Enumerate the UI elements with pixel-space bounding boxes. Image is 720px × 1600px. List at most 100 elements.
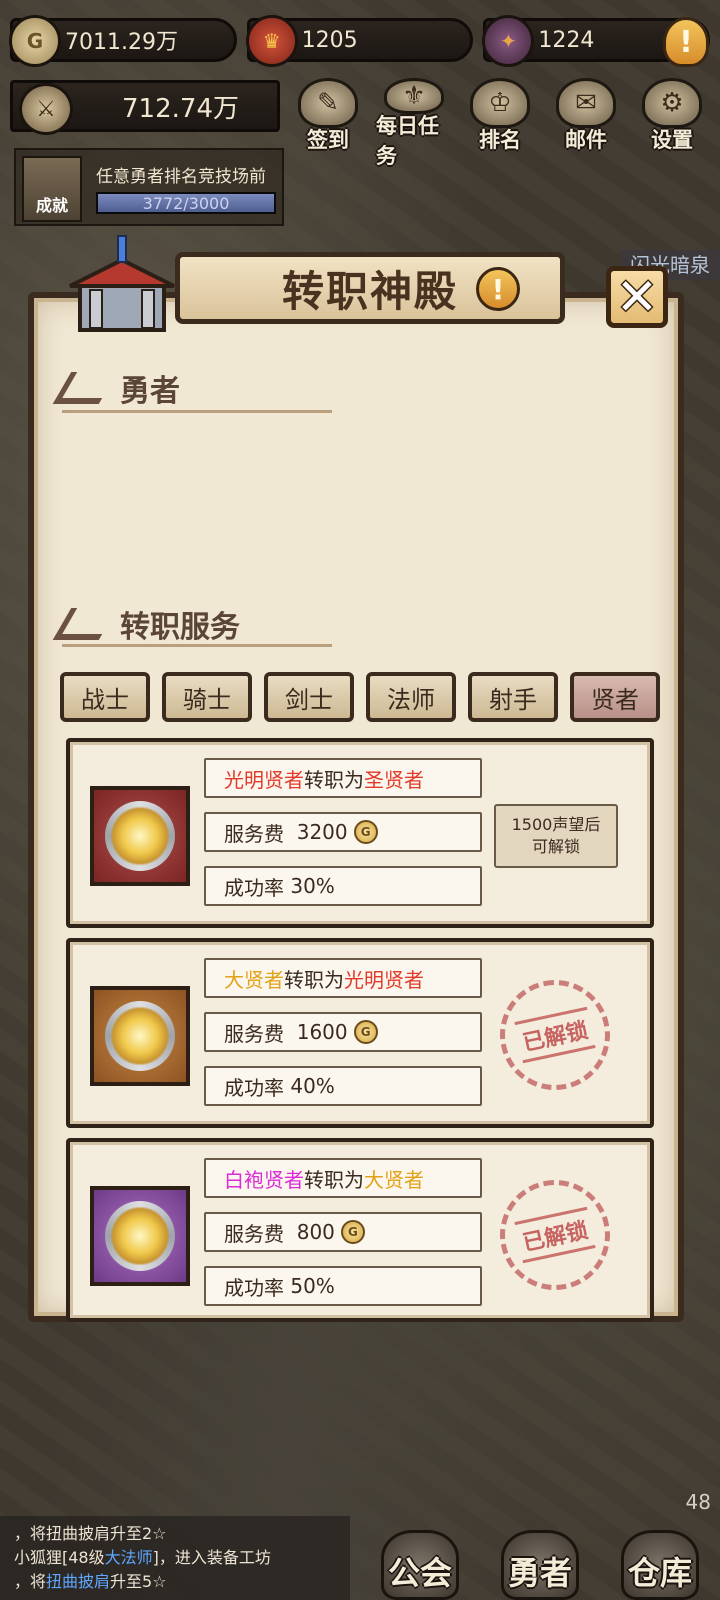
nav-guild[interactable]: 公会 <box>365 1490 475 1600</box>
gem-counter[interactable]: ✦ 1224 ! <box>482 15 711 67</box>
success-rate: 成功率 30% <box>204 866 482 906</box>
fee-label: 服务费 <box>224 1221 284 1246</box>
path-connector: 转职为 <box>304 1167 364 1192</box>
quick-menu-ranking[interactable]: ♔ 排名 <box>462 78 538 154</box>
path-connector: 转职为 <box>304 767 364 792</box>
locked-button[interactable]: 1500声望后 可解锁 <box>494 804 618 868</box>
unlocked-stamp: 已解锁 <box>489 969 621 1101</box>
gem-stone-icon: ✦ <box>482 15 535 67</box>
gold-coin-icon: G <box>340 1220 365 1244</box>
nav-label: 仓库 <box>627 1554 692 1592</box>
lock-requirement: 1500声望后 <box>511 815 601 834</box>
to-class: 大贤者 <box>364 1167 424 1192</box>
quick-menu-label: 签到 <box>307 128 349 152</box>
rate-label: 成功率 <box>224 1275 284 1300</box>
power-emblem-icon: ⚔ <box>19 83 73 135</box>
quick-menu-daily-tasks[interactable]: ⚜ 每日任务 <box>376 78 452 168</box>
crown-helmet-icon: ♔ <box>470 78 530 128</box>
tab-warrior[interactable]: 战士 <box>60 672 150 722</box>
tab-sage[interactable]: 贤者 <box>570 672 660 722</box>
chat-text: ]，进入装备工坊 <box>152 1548 271 1567</box>
chat-item-highlight: 扭曲披肩 <box>46 1572 111 1591</box>
nav-heroes[interactable]: 勇者 <box>485 1490 595 1600</box>
job-change-card: 白袍贤者 转职为 大贤者 服务费 800 G 成功率 50% 已解锁 <box>66 1138 654 1322</box>
power-display[interactable]: ⚔ 712.74万 <box>10 80 280 135</box>
achievement-tracker[interactable]: 成就 任意勇者排名竞技场前 3772/3000 <box>14 148 284 226</box>
job-change-path: 大贤者 转职为 光明贤者 <box>204 958 482 998</box>
quill-scroll-icon: ✎ <box>298 78 358 128</box>
quick-menu-label: 每日任务 <box>376 114 439 168</box>
fee-value: 3200 <box>296 820 348 844</box>
unlocked-stamp-label: 已解锁 <box>514 1206 596 1264</box>
chat-player: 小狐狸[48级 <box>14 1548 105 1567</box>
tab-archer[interactable]: 射手 <box>468 672 558 722</box>
resource-bar: G 7011.29万 ♛ 1205 ✦ 1224 ! <box>9 15 711 67</box>
section-hero-label: 勇者 <box>120 374 180 409</box>
panel-title: 转职神殿 <box>281 266 458 316</box>
close-icon: ✕ <box>616 268 658 326</box>
envelope-icon: ✉ <box>556 78 616 128</box>
rate-value: 30% <box>290 874 335 898</box>
alert-icon[interactable]: ! <box>663 17 710 67</box>
quick-menu: ✎ 签到 ⚜ 每日任务 ♔ 排名 ✉ 邮件 ⚙ 设置 <box>290 78 710 168</box>
power-value: 712.74万 <box>122 93 239 124</box>
quick-menu-label: 邮件 <box>565 128 607 152</box>
temple-icon <box>69 235 175 332</box>
gear-icon: ⚙ <box>642 78 702 128</box>
rate-value: 40% <box>290 1074 335 1098</box>
honor-counter[interactable]: ♛ 1205 <box>245 15 474 67</box>
quick-menu-settings[interactable]: ⚙ 设置 <box>634 78 710 154</box>
job-change-path: 光明贤者 转职为 圣贤者 <box>204 758 482 798</box>
tab-mage[interactable]: 法师 <box>366 672 456 722</box>
chat-line: 小狐狸[48级大法师]，进入装备工坊 <box>14 1546 336 1570</box>
chat-line: ，将扭曲披肩升至5☆ <box>14 1570 336 1594</box>
fee-label: 服务费 <box>224 821 284 846</box>
nav-label: 勇者 <box>507 1554 572 1592</box>
achievement-current: 3772 <box>142 194 184 213</box>
from-class: 大贤者 <box>224 967 284 992</box>
quick-menu-checkin[interactable]: ✎ 签到 <box>290 78 366 154</box>
gold-coin-icon: G <box>353 820 378 844</box>
sage-emblem-icon <box>90 986 190 1086</box>
job-change-card: 光明贤者 转职为 圣贤者 服务费 3200 G 成功率 30% 1500声望后 可解锁 <box>66 738 654 928</box>
job-change-path: 白袍贤者 转职为 大贤者 <box>204 1158 482 1198</box>
from-class: 白袍贤者 <box>224 1167 304 1192</box>
fee-value: 1600 <box>296 1020 348 1044</box>
gold-value: 7011.29万 <box>65 30 178 55</box>
achievement-text: 任意勇者排名竞技场前 <box>96 167 266 187</box>
warehouse-count: 48 <box>685 1490 711 1514</box>
quick-menu-mail[interactable]: ✉ 邮件 <box>548 78 624 154</box>
achievement-progress-text: 3772/3000 <box>98 194 274 213</box>
saint-sage-emblem-icon <box>90 786 190 886</box>
nav-label: 公会 <box>387 1554 452 1592</box>
gem-value: 1224 <box>538 27 595 53</box>
panel-title-banner: 转职神殿 ! <box>175 252 565 324</box>
achievement-progress-bar: 3772/3000 <box>96 192 276 214</box>
lock-status: 可解锁 <box>531 837 580 856</box>
close-button[interactable]: ✕ <box>606 266 668 328</box>
bottom-nav: 公会 勇者 仓库 48 <box>360 1486 720 1600</box>
to-class: 圣贤者 <box>364 767 424 792</box>
tab-swordsman[interactable]: 剑士 <box>264 672 354 722</box>
tab-knight[interactable]: 骑士 <box>162 672 252 722</box>
white-robe-sage-emblem-icon <box>90 1186 190 1286</box>
chat-text: ，将 <box>14 1572 47 1591</box>
section-service-heading: 转职服务 <box>62 602 240 646</box>
gold-counter[interactable]: G 7011.29万 <box>9 15 237 67</box>
chat-text: 升至5☆ <box>110 1572 167 1591</box>
section-service-label: 转职服务 <box>120 610 240 645</box>
info-icon[interactable]: ! <box>476 267 520 311</box>
achievement-badge: 成就 <box>22 156 82 222</box>
gold-coin-icon: G <box>9 15 61 67</box>
section-hero-heading: 勇者 <box>62 366 180 410</box>
unlocked-stamp: 已解锁 <box>489 1169 621 1301</box>
service-fee: 服务费 1600 G <box>204 1012 482 1052</box>
success-rate: 成功率 50% <box>204 1266 482 1306</box>
fee-label: 服务费 <box>224 1021 284 1046</box>
section-divider <box>62 410 332 413</box>
nav-warehouse[interactable]: 仓库 48 <box>605 1490 715 1600</box>
chat-feed[interactable]: ，将扭曲披肩升至2☆ 小狐狸[48级大法师]，进入装备工坊 ，将扭曲披肩升至5☆ <box>0 1516 350 1600</box>
success-rate: 成功率 40% <box>204 1066 482 1106</box>
service-fee: 服务费 3200 G <box>204 812 482 852</box>
quest-board-icon: ⚜ <box>384 78 444 114</box>
